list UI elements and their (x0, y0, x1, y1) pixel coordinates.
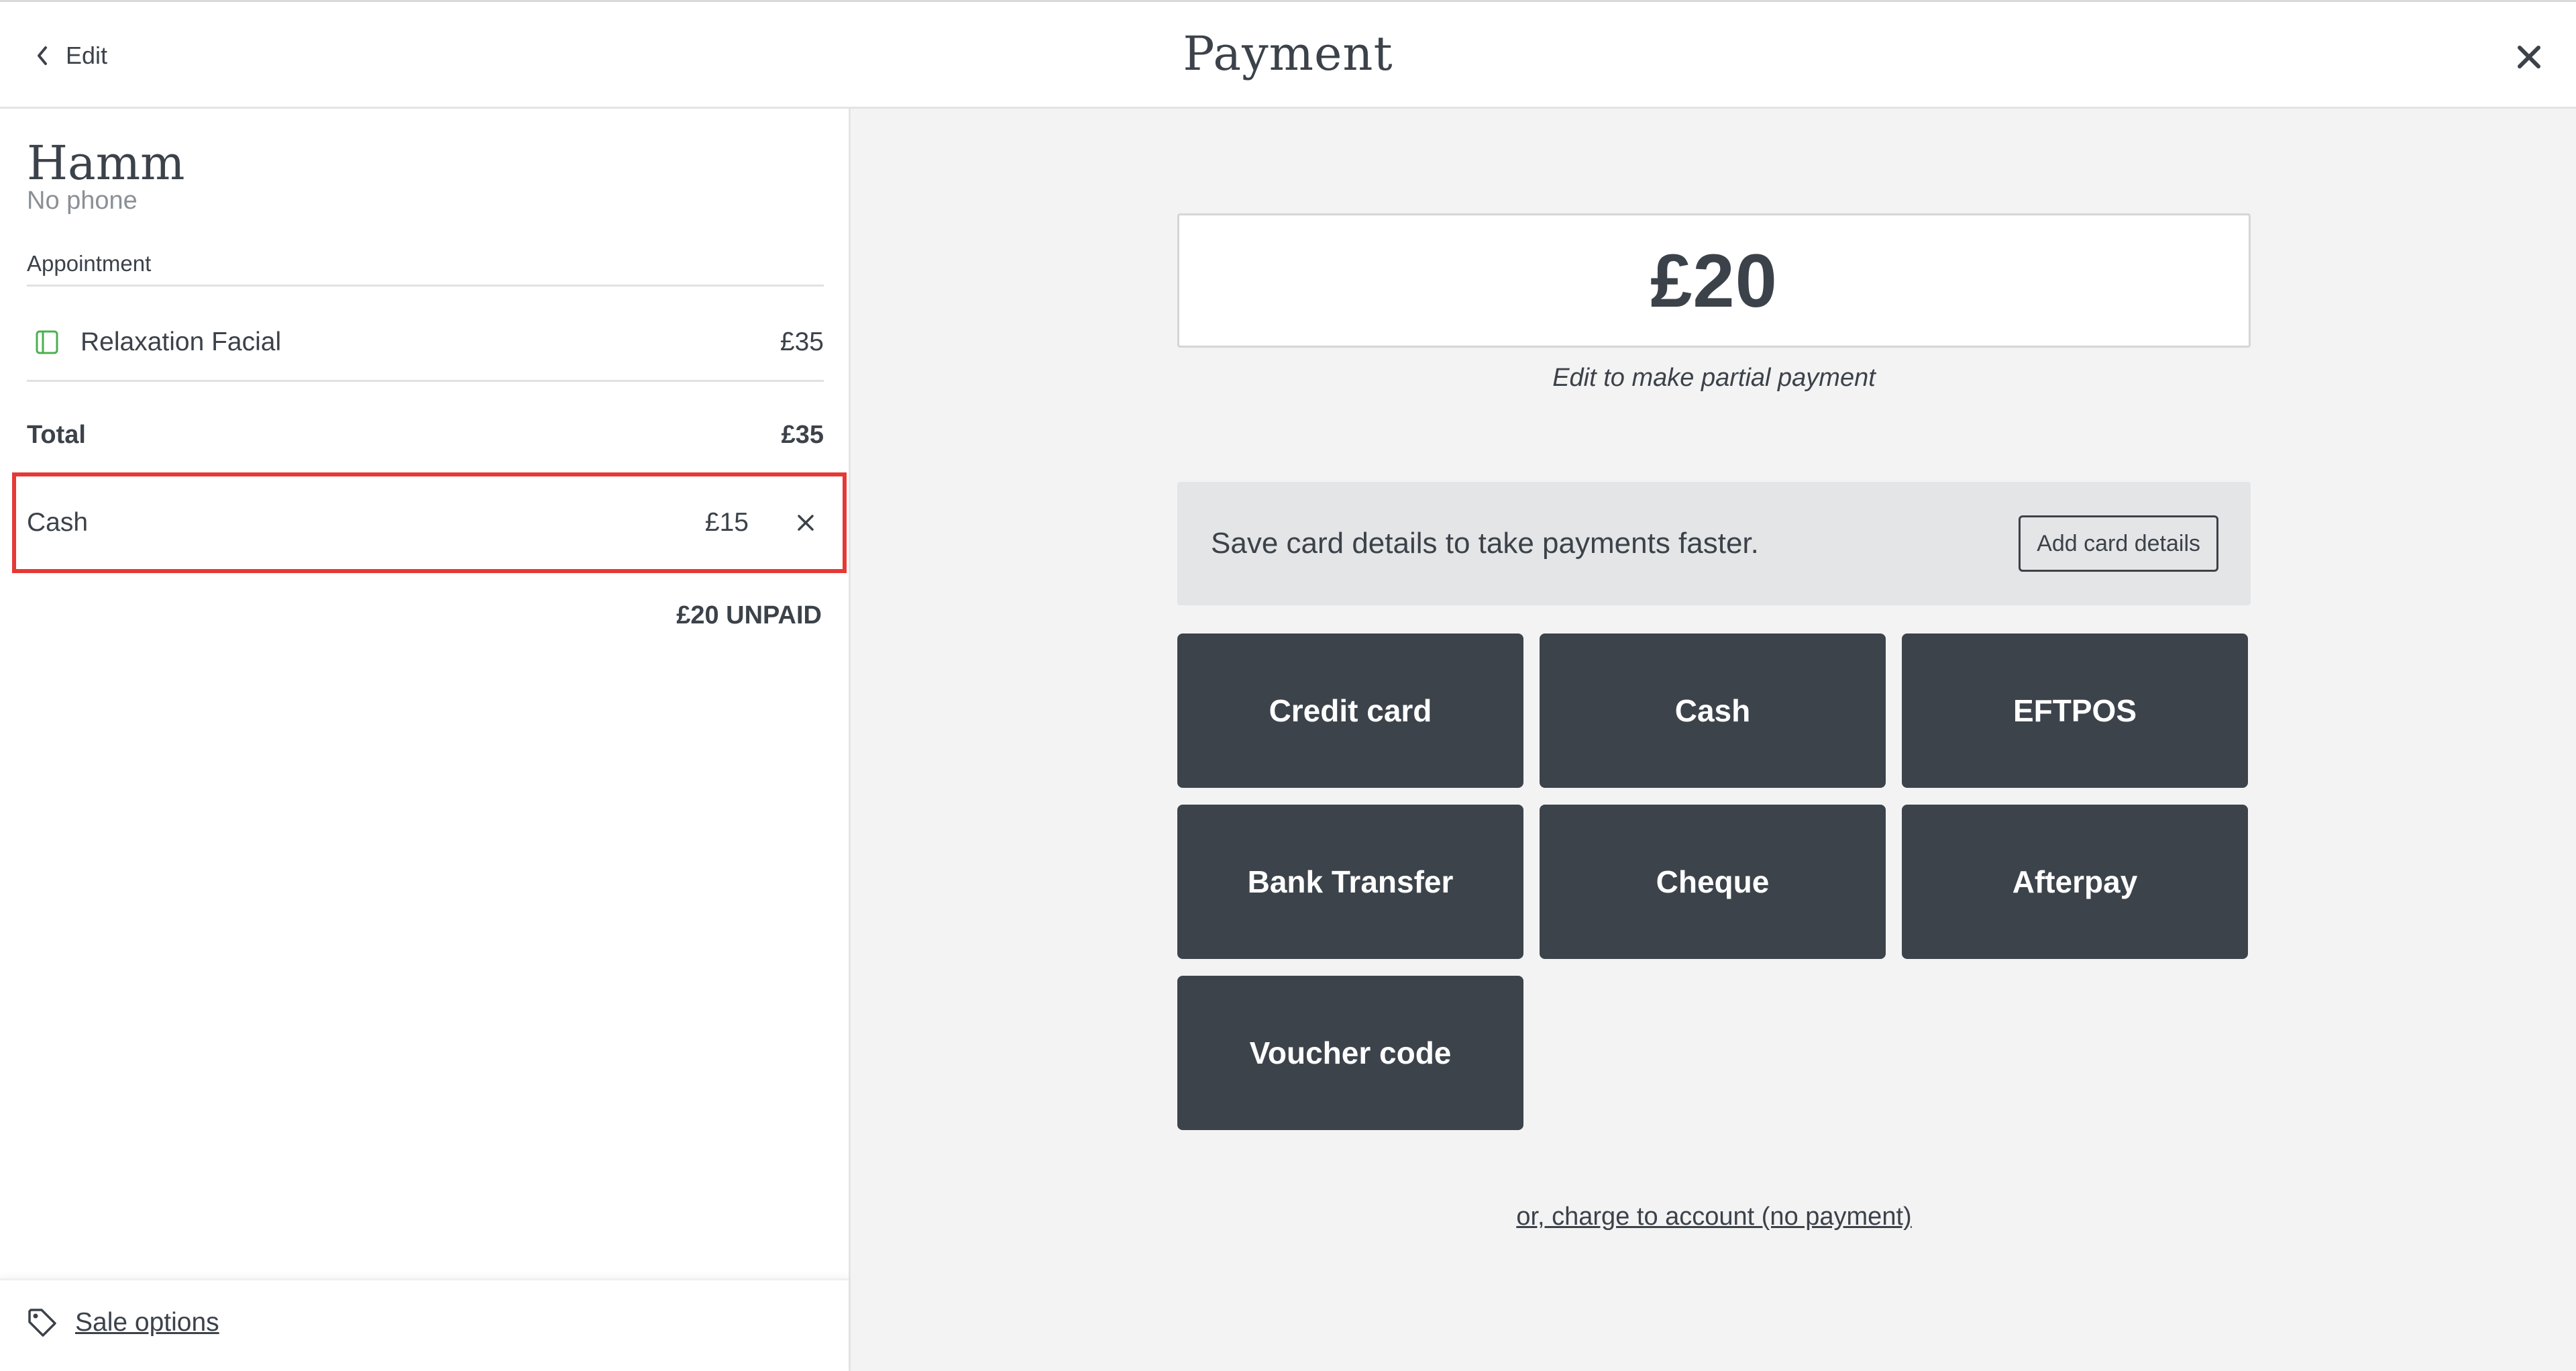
eftpos-button[interactable]: EFTPOS (1902, 633, 2248, 788)
cheque-button[interactable]: Cheque (1540, 805, 1886, 959)
unpaid-amount: £20 UNPAID (676, 601, 822, 629)
tag-icon (28, 1309, 56, 1337)
service-price: £35 (780, 327, 824, 356)
amount-value: £20 (1650, 238, 1778, 323)
appointment-section-label: Appointment (27, 251, 152, 276)
payment-methods-grid: Credit card Cash EFTPOS Bank Transfer Ch… (1177, 633, 2252, 1130)
payment-amount: £15 (704, 508, 749, 537)
service-line-item[interactable]: Relaxation Facial £35 (27, 309, 824, 376)
close-icon (2518, 46, 2540, 68)
partial-payment-hint: Edit to make partial payment (1552, 364, 1876, 392)
sale-options-label: Sale options (75, 1308, 219, 1337)
save-card-text: Save card details to take payments faste… (1211, 527, 1759, 560)
save-card-banner: Save card details to take payments faste… (1177, 482, 2251, 605)
remove-x-icon (798, 515, 814, 531)
service-card-icon (36, 330, 58, 354)
client-name[interactable]: Hamm (27, 136, 185, 191)
afterpay-button[interactable]: Afterpay (1902, 805, 2248, 959)
payment-amount-input[interactable]: £20 (1177, 213, 2251, 348)
client-phone: No phone (27, 187, 138, 215)
voucher-code-button[interactable]: Voucher code (1177, 976, 1523, 1130)
payment-method: Cash (27, 508, 89, 537)
payment-page: Edit Payment Hamm No phone Appointment R… (0, 0, 2576, 1371)
total-label: Total (27, 420, 86, 449)
close-button[interactable] (2509, 37, 2549, 77)
credit-card-button[interactable]: Credit card (1177, 633, 1523, 788)
sale-summary-panel: Hamm No phone Appointment Relaxation Fac… (0, 109, 851, 1371)
add-card-details-button[interactable]: Add card details (2019, 515, 2218, 572)
total-row: Total £35 (27, 401, 824, 468)
left-footer: Sale options (0, 1278, 849, 1371)
divider (27, 285, 824, 287)
remove-payment-button[interactable] (792, 509, 820, 537)
divider (27, 380, 824, 382)
page-title: Payment (1183, 26, 1393, 81)
payment-panel: £20 Edit to make partial payment Save ca… (851, 109, 2576, 1371)
total-value: £35 (781, 420, 824, 449)
charge-to-account-link[interactable]: or, charge to account (no payment) (1177, 1203, 2251, 1231)
bank-transfer-button[interactable]: Bank Transfer (1177, 805, 1523, 959)
cash-button[interactable]: Cash (1540, 633, 1886, 788)
header-bar: Edit Payment (0, 0, 2576, 109)
service-name: Relaxation Facial (80, 327, 282, 356)
sale-options-link[interactable]: Sale options (27, 1307, 219, 1338)
payment-line-item: Cash £15 (12, 472, 847, 573)
